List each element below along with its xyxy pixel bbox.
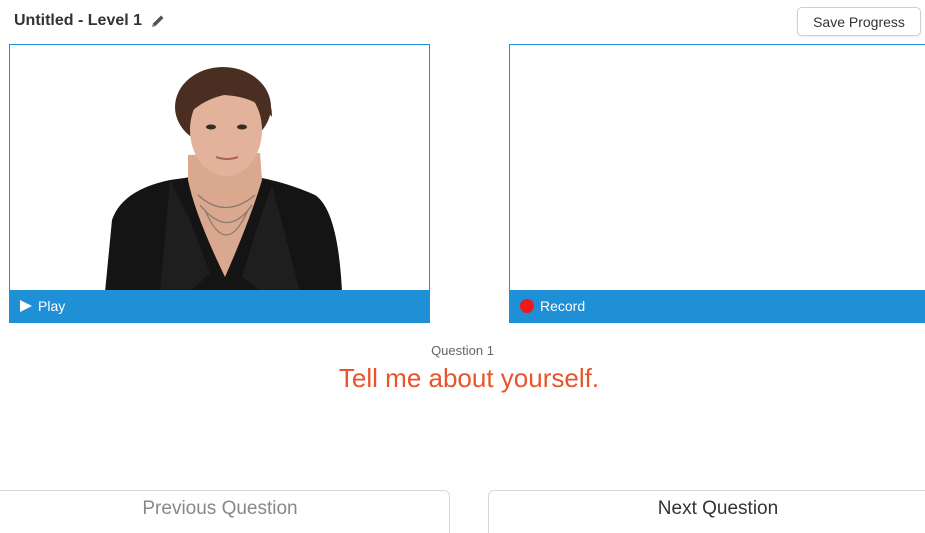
interviewer-video-panel: Play — [9, 44, 430, 323]
pencil-icon[interactable] — [150, 13, 166, 29]
play-icon — [20, 300, 32, 312]
play-button[interactable]: Play — [10, 290, 429, 322]
record-label: Record — [540, 298, 586, 314]
question-text: Tell me about yourself. — [338, 363, 600, 393]
recording-panel: Record — [509, 44, 925, 323]
question-number: Question 1 — [431, 343, 494, 358]
interview-practice-page: Untitled - Level 1 Save Progress Play Re… — [0, 0, 925, 533]
interviewer-image — [10, 45, 429, 290]
recording-preview — [510, 45, 925, 290]
save-progress-button[interactable]: Save Progress — [797, 7, 921, 36]
page-title: Untitled - Level 1 — [14, 12, 143, 29]
title-row: Untitled - Level 1 — [14, 12, 166, 30]
record-button[interactable]: Record — [510, 290, 925, 322]
previous-question-button[interactable]: Previous Question — [0, 490, 450, 533]
record-icon — [520, 299, 534, 313]
next-question-button[interactable]: Next Question — [488, 490, 925, 533]
play-label: Play — [38, 298, 66, 314]
interviewer-video[interactable] — [10, 45, 429, 290]
